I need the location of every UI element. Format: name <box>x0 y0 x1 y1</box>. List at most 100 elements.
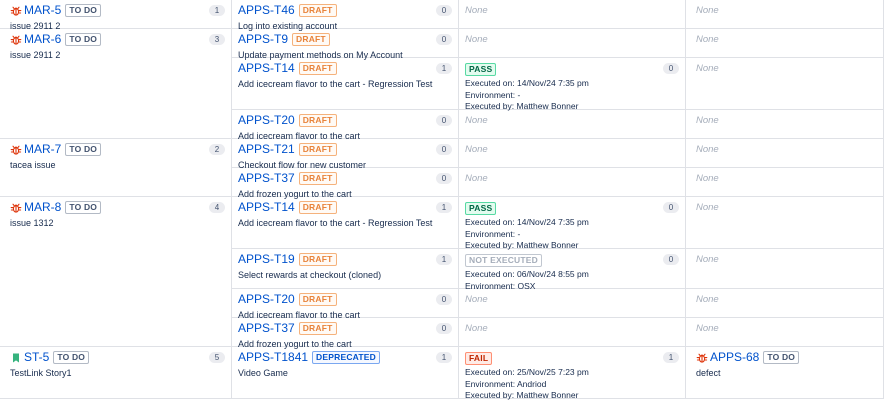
empty-value: None <box>696 323 719 334</box>
test-case-status-lozenge: DEPRECATED <box>312 351 380 364</box>
test-case-cell: APPS-T46 DRAFT Log into existing account 0 <box>232 0 459 31</box>
issue-status-lozenge: TO DO <box>65 33 102 46</box>
execution-count-badge: 0 <box>436 323 452 334</box>
issue-header: MAR-7 TO DO <box>10 142 225 157</box>
issue-status-lozenge: TO DO <box>65 201 102 214</box>
executed-by-value: Matthew Bonner <box>516 390 579 400</box>
defect-count-badge: 1 <box>663 352 679 363</box>
test-case-key-link[interactable]: APPS-T14 <box>238 200 295 215</box>
environment-label: Environment: <box>465 378 516 389</box>
test-case-status-lozenge: DRAFT <box>298 293 337 306</box>
issue-summary: TestLink Story1 <box>10 368 72 378</box>
execution-count-badge: 1 <box>436 254 452 265</box>
execution-count-badge: 0 <box>436 115 452 126</box>
issue-summary: issue 1312 <box>10 218 54 228</box>
issue-key-link[interactable]: APPS-68 <box>710 350 759 365</box>
execution-count-badge: 1 <box>436 352 452 363</box>
defect-cell: None <box>686 318 884 347</box>
issue-cell: MAR-7 TO DO tacea issue 2 <box>0 139 232 197</box>
test-case-key-link[interactable]: APPS-T1841 <box>238 350 308 365</box>
test-case-header: APPS-T14 DRAFT <box>238 61 452 76</box>
test-case-cell: APPS-T9 DRAFT Update payment methods on My… <box>232 29 459 60</box>
issue-key-link[interactable]: MAR-7 <box>24 142 61 157</box>
test-case-header: APPS-T37 DRAFT <box>238 171 452 186</box>
test-case-key-link[interactable]: APPS-T9 <box>238 32 288 47</box>
test-case-cell: APPS-T37 DRAFT Add frozen yogurt to the ca… <box>232 318 459 349</box>
empty-value: None <box>465 5 488 16</box>
test-case-summary: Add icecream flavor to the cart - Regres… <box>238 218 433 228</box>
execution-count-badge: 0 <box>436 294 452 305</box>
test-case-cell: APPS-T14 DRAFT Add icecream flavor to the … <box>232 197 459 249</box>
test-case-cell: APPS-T37 DRAFT Add frozen yogurt to the ca… <box>232 168 459 199</box>
issue-header: ST-5 TO DO <box>10 350 225 365</box>
test-case-cell: APPS-T1841 DEPRECATED Video Game 1 <box>232 347 459 399</box>
execution-status-lozenge: NOT EXECUTED <box>465 254 542 267</box>
issue-cell: MAR-5 TO DO issue 2911 21 <box>0 0 232 31</box>
test-case-status-lozenge: DRAFT <box>298 62 337 75</box>
defect-cell: None <box>686 0 884 29</box>
defect-count-badge: 0 <box>663 254 679 265</box>
issue-cell: MAR-8 TO DO issue 1312 4 <box>0 197 232 347</box>
execution-status-lozenge: PASS <box>465 63 497 76</box>
executed-on-label: Executed on: <box>465 269 515 279</box>
test-count-badge: 1 <box>209 5 225 16</box>
test-count-badge: 2 <box>209 144 225 155</box>
test-case-status-lozenge: DRAFT <box>292 33 330 46</box>
execution-cell: None <box>459 318 686 347</box>
execution-cell: PASS Executed on: 14/Nov/24 7:35 pm Enviro… <box>459 197 686 250</box>
execution-cell: None <box>459 168 686 197</box>
test-case-key-link[interactable]: APPS-T20 <box>238 113 295 128</box>
empty-value: None <box>696 254 719 265</box>
issue-header: MAR-5 TO DO <box>10 3 225 18</box>
execution-cell: None <box>459 0 686 29</box>
test-case-cell: APPS-T14 DRAFT Add icecream flavor to the … <box>232 58 459 110</box>
empty-value: None <box>465 115 488 126</box>
environment-label: Environment: <box>465 228 516 239</box>
executed-on-label: Executed on: <box>465 367 515 377</box>
environment-value: - <box>517 228 521 239</box>
test-case-key-link[interactable]: APPS-T20 <box>238 292 295 307</box>
executed-by-label: Executed by: <box>465 390 515 400</box>
issue-header: MAR-6 TO DO <box>10 32 225 47</box>
test-case-header: APPS-T37 DRAFT <box>238 321 452 336</box>
execution-count-badge: 0 <box>436 144 452 155</box>
test-case-status-lozenge: DRAFT <box>298 114 337 127</box>
empty-value: None <box>696 115 719 126</box>
execution-status-lozenge: PASS <box>465 202 497 215</box>
bug-icon <box>10 202 22 214</box>
defect-cell: None <box>686 110 884 139</box>
defect-count-badge: 0 <box>663 63 679 74</box>
executed-on-line: Executed on: 14/Nov/24 7:35 pm <box>465 217 679 229</box>
test-case-key-link[interactable]: APPS-T19 <box>238 252 295 267</box>
test-case-key-link[interactable]: APPS-T21 <box>238 142 295 157</box>
issue-key-link[interactable]: MAR-8 <box>24 200 61 215</box>
test-case-key-link[interactable]: APPS-T46 <box>238 3 295 18</box>
test-case-cell: APPS-T21 DRAFT Checkout flow for new custo… <box>232 139 459 170</box>
issue-summary: tacea issue <box>10 160 56 170</box>
executed-on-line: Executed on: 14/Nov/24 7:35 pm <box>465 78 679 90</box>
issue-summary: issue 2911 2 <box>10 50 61 60</box>
issue-key-link[interactable]: MAR-5 <box>24 3 61 18</box>
test-case-header: APPS-T46 DRAFT <box>238 3 452 18</box>
execution-status-line: PASS <box>465 200 679 215</box>
execution-count-badge: 1 <box>436 63 452 74</box>
test-case-key-link[interactable]: APPS-T37 <box>238 171 295 186</box>
executed-on-label: Executed on: <box>465 217 515 227</box>
issue-cell: ST-5 TO DO TestLink Story1 5 <box>0 347 232 399</box>
test-case-key-link[interactable]: APPS-T37 <box>238 321 295 336</box>
test-case-header: APPS-T20 DRAFT <box>238 113 452 128</box>
execution-cell: None <box>459 110 686 139</box>
empty-value: None <box>465 34 488 45</box>
test-case-header: APPS-T20 DRAFT <box>238 292 452 307</box>
empty-value: None <box>696 294 719 305</box>
issue-key-link[interactable]: ST-5 <box>24 350 49 365</box>
execution-cell: PASS Executed on: 14/Nov/24 7:35 pm Enviro… <box>459 58 686 111</box>
issue-status-lozenge: TO DO <box>763 351 800 364</box>
issue-status-lozenge: TO DO <box>65 143 102 156</box>
test-case-status-lozenge: DRAFT <box>298 253 337 266</box>
test-case-header: APPS-T1841 DEPRECATED <box>238 350 452 365</box>
issue-key-link[interactable]: MAR-6 <box>24 32 61 47</box>
test-case-header: APPS-T21 DRAFT <box>238 142 452 157</box>
test-case-key-link[interactable]: APPS-T14 <box>238 61 295 76</box>
defect-cell: None <box>686 249 884 289</box>
